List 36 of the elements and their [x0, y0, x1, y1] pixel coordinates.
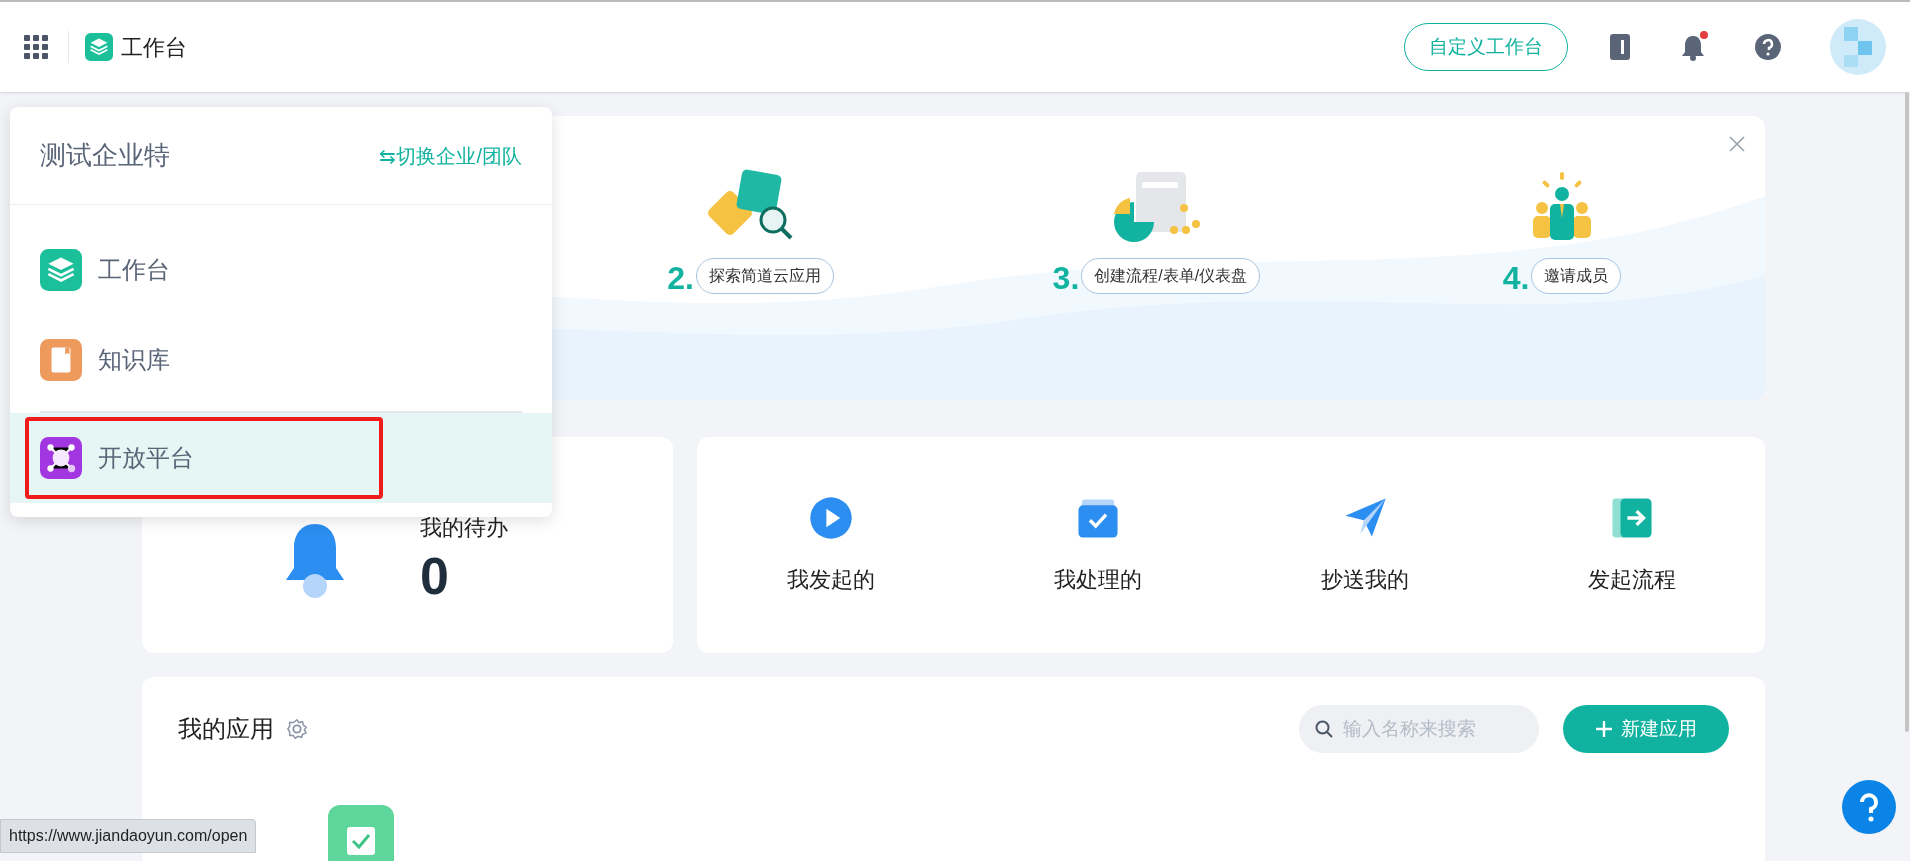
apps-grid-icon[interactable]: [24, 35, 48, 59]
todo-count: 0: [420, 546, 450, 607]
stack-icon: [40, 249, 82, 291]
network-icon: [40, 437, 82, 479]
flow-label[interactable]: 我发起的: [786, 562, 875, 596]
menu-item[interactable]: 工作台: [10, 225, 552, 315]
play-icon: [807, 494, 854, 541]
section-title: 我的应用: [178, 714, 274, 744]
step-label[interactable]: 创建流程/表单/仪表盘: [1081, 258, 1261, 294]
book-icon: [40, 339, 82, 381]
help-button[interactable]: [1842, 780, 1896, 834]
menu-item[interactable]: 知识库: [10, 315, 552, 405]
bell-icon[interactable]: [1680, 33, 1706, 61]
flow-label[interactable]: 我处理的: [1053, 562, 1142, 596]
flow-label[interactable]: 发起流程: [1587, 562, 1676, 596]
org-name: 测试企业特: [40, 139, 170, 172]
menu-item[interactable]: 开放平台: [10, 413, 552, 503]
close-icon[interactable]: [1729, 136, 1745, 152]
scrollbar[interactable]: [1905, 92, 1909, 732]
todo-title: 我的待办: [420, 514, 508, 542]
settings-icon[interactable]: [286, 718, 308, 740]
notebook-icon[interactable]: [1608, 33, 1632, 61]
step-number: 3.: [1052, 262, 1080, 294]
step-label[interactable]: 邀请成员: [1531, 258, 1622, 294]
step-number: 2.: [667, 262, 694, 294]
search-field[interactable]: 输入名称来搜索: [1299, 705, 1539, 753]
plus-icon: [1595, 720, 1613, 738]
step-label[interactable]: 探索简道云应用: [695, 258, 834, 294]
stack-icon: [85, 33, 113, 61]
status-url: https://www.jiandaoyun.com/open: [0, 819, 257, 853]
help-icon[interactable]: [1754, 33, 1782, 61]
search-icon: [1315, 720, 1333, 738]
step-number: 4.: [1502, 262, 1530, 294]
flow-label[interactable]: 抄送我的: [1320, 562, 1409, 596]
app-tile-icon[interactable]: [328, 805, 394, 861]
page-title: 工作台: [121, 33, 187, 62]
